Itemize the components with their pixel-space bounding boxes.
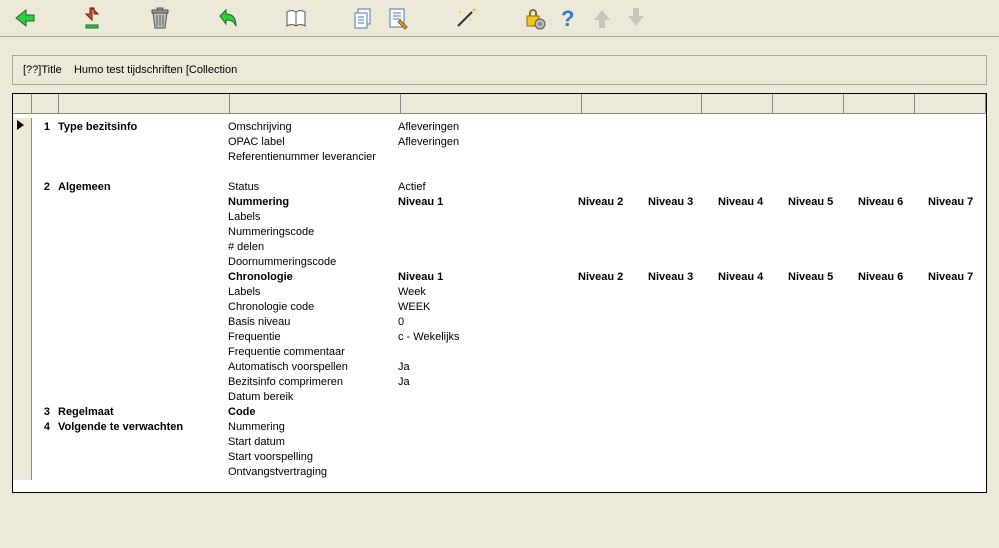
svg-text:?: ?	[561, 6, 574, 30]
field-value[interactable]: Ja	[398, 360, 578, 375]
lock-settings-button[interactable]	[520, 4, 548, 32]
field-label: Omschrijving	[228, 120, 398, 135]
section-heading[interactable]: Regelmaat	[58, 405, 228, 420]
field-label: Frequentie commentaar	[228, 345, 398, 360]
book-icon	[284, 6, 308, 30]
level-header[interactable]: Niveau 1	[398, 270, 578, 285]
field-label: Code	[228, 405, 398, 420]
level-header[interactable]: Niveau 4	[718, 270, 788, 285]
book-button[interactable]	[282, 4, 310, 32]
toolbar: ?	[0, 0, 999, 37]
level-header[interactable]: Niveau 2	[578, 270, 648, 285]
trash-icon	[148, 6, 172, 30]
field-label: Labels	[228, 210, 398, 225]
lock-settings-icon	[522, 6, 546, 30]
download-icon	[80, 6, 104, 30]
section-number: 3	[32, 405, 58, 420]
level-header[interactable]: Niveau 5	[788, 195, 858, 210]
nav-up-button	[588, 4, 616, 32]
field-label: Chronologie code	[228, 300, 398, 315]
grid-body: 1 2 3 4 Type bezitsi	[13, 114, 986, 492]
title-prefix: [??]Title	[23, 64, 62, 76]
field-label: Nummering	[228, 420, 398, 435]
edit-doc-button[interactable]	[384, 4, 412, 32]
undo-icon	[216, 6, 240, 30]
level-header[interactable]: Niveau 1	[398, 195, 578, 210]
edit-doc-icon	[386, 6, 410, 30]
level-header[interactable]: Niveau 7	[928, 270, 998, 285]
field-label: Basis niveau	[228, 315, 398, 330]
level-header[interactable]: Niveau 6	[858, 270, 928, 285]
field-value[interactable]: Week	[398, 285, 578, 300]
level-header[interactable]: Niveau 6	[858, 195, 928, 210]
level-header[interactable]: Niveau 5	[788, 270, 858, 285]
field-label: # delen	[228, 240, 398, 255]
field-label: Referentienummer leverancier	[228, 150, 398, 165]
record-title-bar: [??]Title Humo test tijdschriften [Colle…	[12, 55, 987, 85]
nav-down-button	[622, 4, 650, 32]
copy-button[interactable]	[350, 4, 378, 32]
level-header[interactable]: Niveau 7	[928, 195, 998, 210]
field-value[interactable]: Afleveringen	[398, 135, 578, 150]
field-label: Datum bereik	[228, 390, 398, 405]
level-header[interactable]: Niveau 2	[578, 195, 648, 210]
field-label: Frequentie	[228, 330, 398, 345]
section-number: 1	[32, 120, 58, 135]
wand-button[interactable]	[452, 4, 480, 32]
field-label: Chronologie	[228, 270, 398, 285]
section-heading[interactable]: Volgende te verwachten	[58, 420, 228, 435]
section-number: 4	[32, 420, 58, 435]
field-value[interactable]: 0	[398, 315, 578, 330]
field-value[interactable]: Afleveringen	[398, 120, 578, 135]
download-button[interactable]	[78, 4, 106, 32]
section-number: 2	[32, 180, 58, 195]
field-label: OPAC label	[228, 135, 398, 150]
field-label: Doornummeringscode	[228, 255, 398, 270]
undo-button[interactable]	[214, 4, 242, 32]
help-icon: ?	[556, 6, 580, 30]
row-indicator-gutter	[13, 118, 32, 480]
field-label: Nummering	[228, 195, 398, 210]
title-text: Humo test tijdschriften [Collection	[74, 64, 237, 76]
field-value[interactable]: Ja	[398, 375, 578, 390]
level-header[interactable]: Niveau 4	[718, 195, 788, 210]
delete-button[interactable]	[146, 4, 174, 32]
level-header[interactable]: Niveau 3	[648, 270, 718, 285]
wand-icon	[454, 6, 478, 30]
copy-icon	[352, 6, 376, 30]
field-label: Start voorspelling	[228, 450, 398, 465]
nav-down-icon	[624, 6, 648, 30]
field-label: Labels	[228, 285, 398, 300]
field-label: Ontvangstvertraging	[228, 465, 398, 480]
field-label: Start datum	[228, 435, 398, 450]
field-label: Nummeringscode	[228, 225, 398, 240]
section-heading[interactable]: Algemeen	[58, 180, 228, 195]
field-value[interactable]: WEEK	[398, 300, 578, 315]
grid-header	[13, 94, 986, 114]
nav-up-icon	[590, 6, 614, 30]
field-label: Automatisch voorspellen	[228, 360, 398, 375]
field-value[interactable]: c - Wekelijks	[398, 330, 578, 345]
help-button[interactable]: ?	[554, 4, 582, 32]
level-header[interactable]: Niveau 3	[648, 195, 718, 210]
section-heading[interactable]: Type bezitsinfo	[58, 120, 228, 135]
data-grid: 1 2 3 4 Type bezitsi	[12, 93, 987, 493]
current-row-indicator-icon	[17, 120, 24, 130]
field-label: Status	[228, 180, 398, 195]
field-value[interactable]: Actief	[398, 180, 578, 195]
back-button[interactable]	[10, 4, 38, 32]
field-label: Bezitsinfo comprimeren	[228, 375, 398, 390]
back-arrow-icon	[12, 6, 36, 30]
